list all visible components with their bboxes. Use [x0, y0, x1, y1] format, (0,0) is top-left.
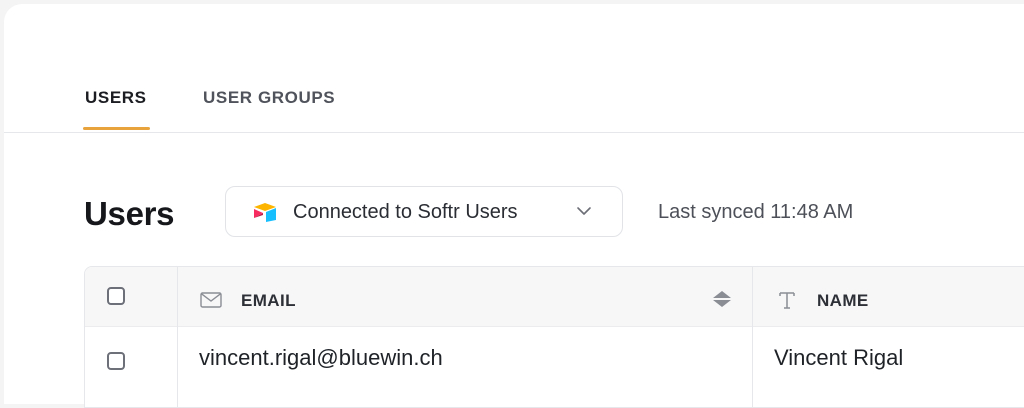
mail-icon	[200, 292, 222, 308]
text-type-icon	[779, 292, 795, 309]
page-title: Users	[84, 195, 175, 232]
data-source-dropdown[interactable]: Connected to Softr Users	[225, 186, 623, 237]
active-tab-indicator	[83, 127, 150, 130]
tab-users[interactable]: USERS	[85, 88, 147, 108]
cell-email: vincent.rigal@bluewin.ch	[199, 345, 443, 370]
data-source-label: Connected to Softr Users	[293, 201, 518, 223]
column-divider	[177, 267, 178, 407]
cell-name: Vincent Rigal	[774, 345, 904, 370]
column-divider	[752, 267, 753, 407]
column-header-email[interactable]: EMAIL	[241, 291, 296, 311]
row-checkbox[interactable]	[107, 352, 125, 370]
main-panel: USERS USER GROUPS Users Connected to Sof…	[4, 4, 1024, 408]
column-header-name[interactable]: NAME	[817, 291, 869, 311]
sync-status: Last synced 11:48 AM	[658, 201, 854, 223]
select-all-checkbox[interactable]	[107, 287, 125, 305]
tab-user-groups[interactable]: USER GROUPS	[203, 88, 335, 108]
users-table: EMAIL NAME vincent.rigal@bluewin.ch Vinc…	[84, 266, 1024, 408]
airtable-logo-icon	[254, 203, 276, 222]
sort-icon[interactable]	[711, 289, 733, 309]
tab-bar: USERS USER GROUPS	[4, 4, 1024, 133]
chevron-down-icon	[577, 207, 591, 215]
table-header: EMAIL NAME	[85, 267, 1024, 327]
